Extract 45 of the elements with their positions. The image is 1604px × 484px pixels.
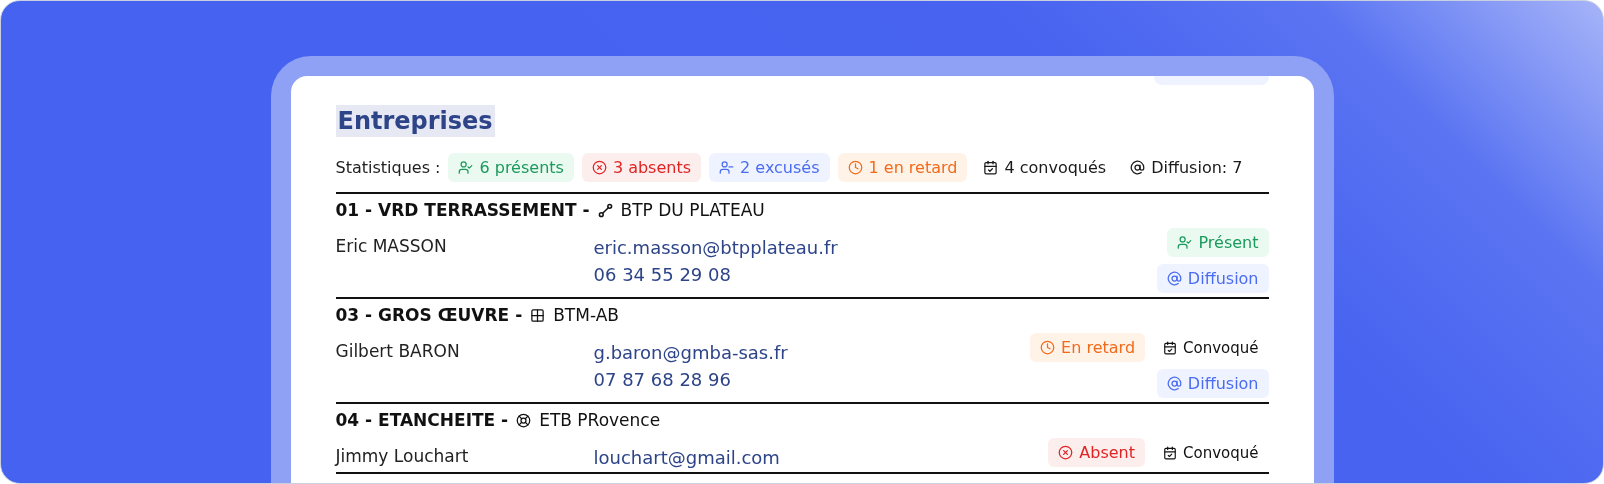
convoked-label: Convoqué	[1153, 438, 1269, 467]
at-sign-icon	[1166, 376, 1182, 391]
contact-name: Jimmy Louchart	[335, 445, 470, 468]
clock-icon	[847, 160, 863, 175]
email-link[interactable]: g.baron@gmba-sas.fr	[593, 342, 1031, 363]
calendar-check-icon	[1163, 340, 1178, 355]
at-sign-icon	[1166, 271, 1182, 286]
lot-title: 04 - ETANCHEITE -	[335, 410, 509, 430]
lot-title: 01 - VRD TERRASSEMENT -	[335, 200, 590, 220]
at-sign-icon	[1130, 160, 1146, 175]
email-link[interactable]: louchart@gmail.com	[593, 447, 1049, 468]
company-name: ETB PRovence	[539, 410, 661, 430]
circle-x-icon	[591, 160, 607, 175]
circle-x-icon	[1058, 445, 1074, 460]
section-title: Entreprises	[335, 105, 495, 137]
absent-badge: 3 absents	[581, 153, 702, 182]
convoked-label: 4 convoqués	[975, 153, 1115, 182]
contact-name: Eric MASSON	[335, 235, 448, 258]
present-badge: Présent	[1167, 228, 1269, 257]
email-link[interactable]: eric.masson@btpplateau.fr	[593, 237, 1157, 258]
convoked-label: Convoqué	[1153, 333, 1269, 362]
company-name: BTP DU PLATEAU	[620, 200, 765, 220]
lot-title: 03 - GROS ŒUVRE -	[335, 305, 523, 325]
late-badge: En retard	[1030, 333, 1146, 362]
calendar-check-icon	[983, 160, 999, 175]
phone-link[interactable]: 06 34 55 29 08	[593, 264, 1157, 285]
calendar-check-icon	[1163, 445, 1178, 460]
grid-icon	[530, 307, 546, 323]
present-badge: 6 présents	[448, 153, 574, 182]
diffusion-label: Diffusion: 7	[1122, 153, 1251, 182]
user-check-icon	[1177, 235, 1193, 250]
clock-icon	[1040, 340, 1056, 355]
lifebuoy-icon	[516, 412, 532, 428]
contact-name: Gilbert BARON	[335, 340, 461, 363]
user-minus-icon	[719, 160, 735, 175]
diffusion-badge: Diffusion	[1156, 264, 1269, 293]
absent-badge: Absent	[1048, 438, 1146, 467]
nodes-icon	[597, 202, 613, 218]
late-badge: 1 en retard	[837, 153, 968, 182]
phone-link[interactable]: 07 87 68 28 96	[593, 369, 1031, 390]
diffusion-badge: Diffusion	[1156, 369, 1269, 398]
excused-badge: 2 excusés	[709, 153, 830, 182]
company-name: BTM-AB	[553, 305, 619, 325]
statistics-label: Statistiques :	[335, 158, 441, 177]
user-check-icon	[458, 160, 474, 175]
